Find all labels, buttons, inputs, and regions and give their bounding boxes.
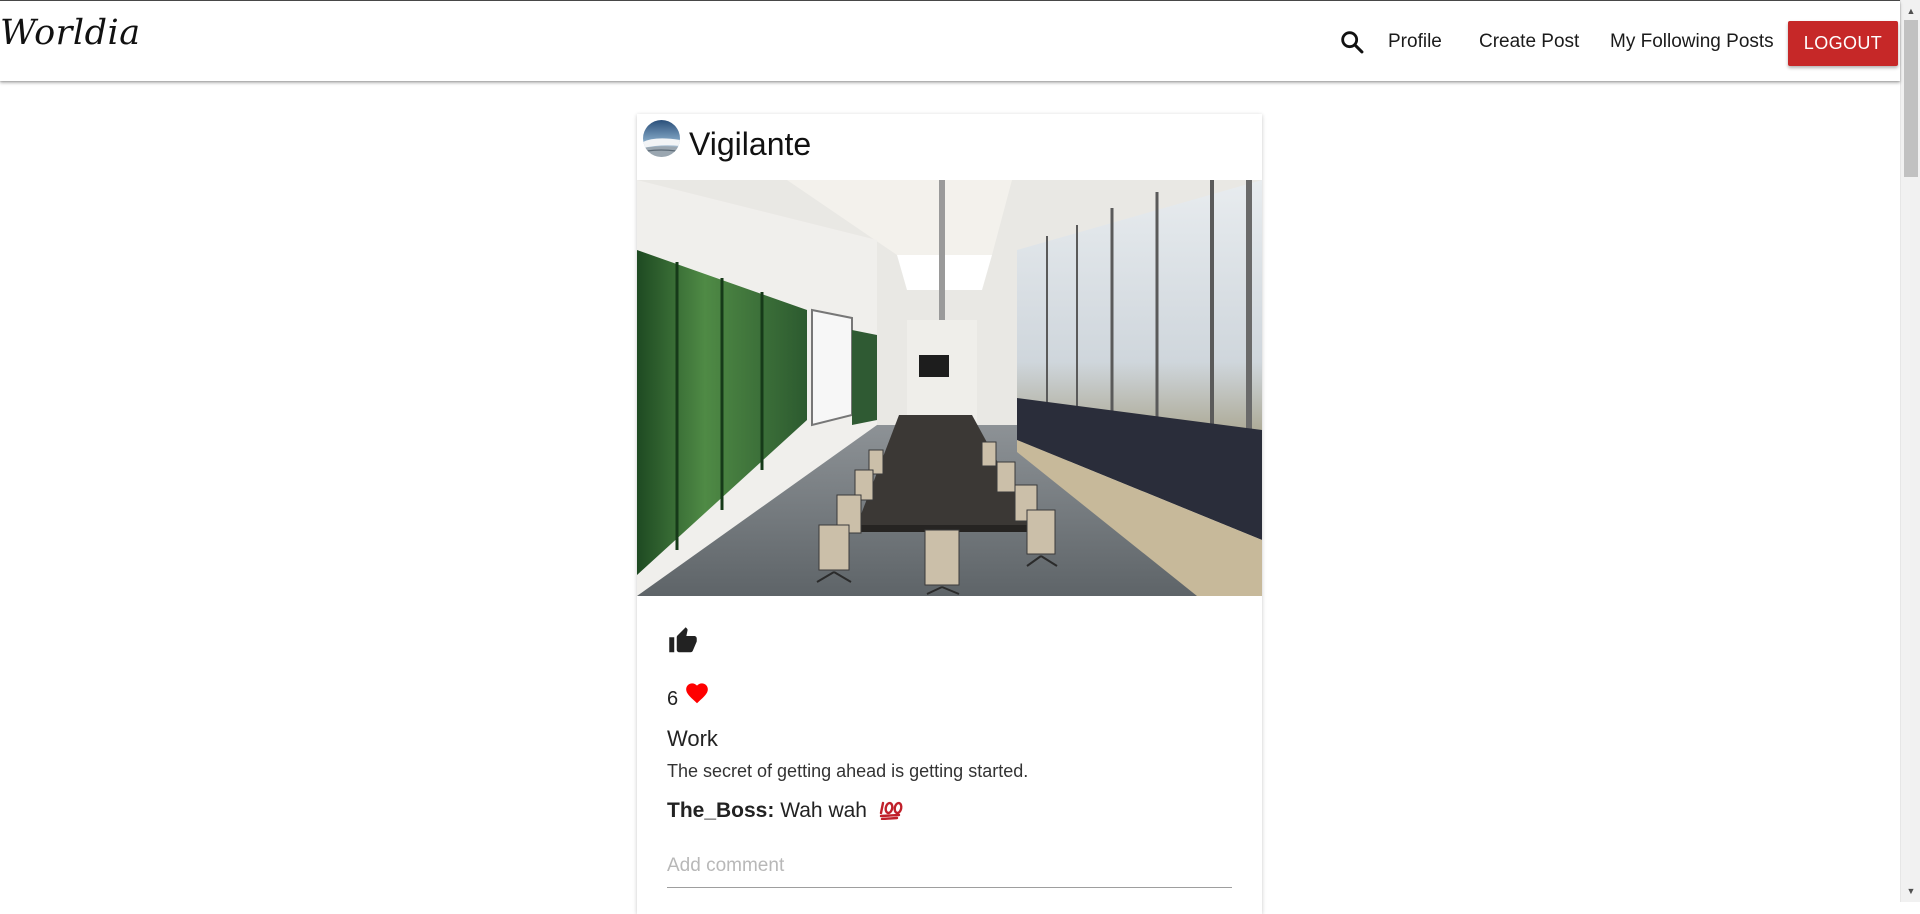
likes-count: 6: [667, 688, 679, 710]
vertical-scrollbar[interactable]: ▲ ▼: [1900, 0, 1920, 902]
navbar: Worldia Profile Create Post My Following…: [0, 1, 1900, 81]
comment-item: The_Boss: Wah wah: [667, 798, 905, 823]
logout-button[interactable]: LOGOUT: [1788, 21, 1898, 66]
hundred-points-icon: [879, 798, 905, 821]
post-title: Work: [667, 726, 718, 751]
scroll-down-arrow-icon[interactable]: ▼: [1901, 883, 1920, 899]
add-comment-input[interactable]: [667, 844, 1232, 888]
post-header: Vigilante: [637, 114, 1262, 180]
post-image: [637, 180, 1262, 596]
post-username[interactable]: Vigilante: [689, 126, 811, 163]
post-body: The secret of getting ahead is getting s…: [667, 761, 1029, 781]
avatar-landscape-icon[interactable]: [643, 120, 680, 157]
post-card: Vigilante 6 Work The secret of getting a…: [637, 114, 1262, 914]
brand-logo[interactable]: Worldia: [0, 13, 141, 53]
search-icon[interactable]: [1338, 28, 1366, 56]
nav-profile-link[interactable]: Profile: [1388, 31, 1442, 53]
heart-icon: [684, 680, 710, 704]
comment-author: The_Boss:: [667, 799, 775, 822]
nav-create-post-link[interactable]: Create Post: [1479, 31, 1579, 53]
scrollbar-thumb[interactable]: [1904, 20, 1918, 177]
likes-row: 6: [667, 680, 710, 710]
thumbs-up-icon[interactable]: [668, 626, 698, 656]
comment-text: Wah wah: [780, 799, 867, 822]
scroll-up-arrow-icon[interactable]: ▲: [1901, 3, 1920, 19]
nav-following-posts-link[interactable]: My Following Posts: [1610, 31, 1774, 53]
